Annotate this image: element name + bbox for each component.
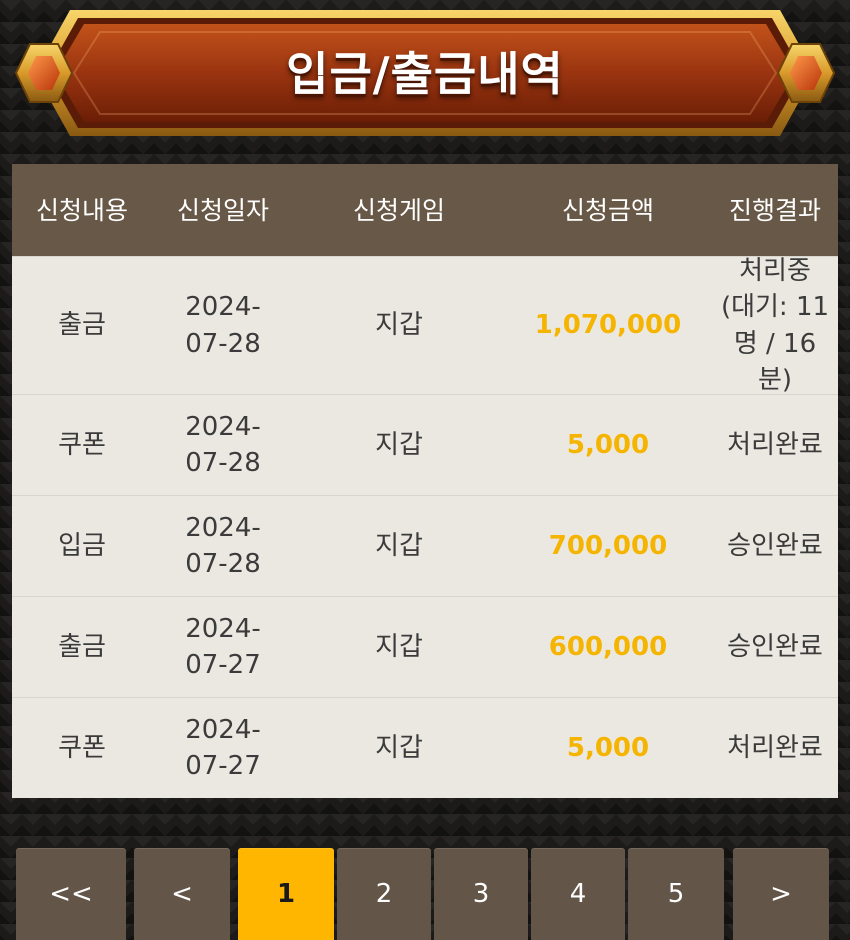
- page-button-4[interactable]: 4: [531, 848, 625, 940]
- cell-amount: 5,000: [566, 429, 650, 460]
- title-banner: 입금/출금내역: [0, 0, 850, 150]
- pagination: << < 1 2 3 4 5 >: [0, 848, 850, 940]
- cell-amount: 700,000: [548, 530, 668, 561]
- page-title: 입금/출금내역: [286, 47, 564, 101]
- table-header: 신청내용 신청일자 신청게임 신청금액 진행결과: [12, 164, 838, 256]
- column-header-status: 진행결과: [728, 195, 821, 225]
- cell-type: 쿠폰: [58, 732, 106, 763]
- cell-date: 2024-07-27: [185, 714, 261, 781]
- cell-date: 2024-07-28: [185, 292, 261, 359]
- cell-game: 지갑: [375, 429, 423, 460]
- page-button-1[interactable]: 1: [238, 848, 334, 940]
- column-header-game: 신청게임: [352, 195, 445, 225]
- column-header-date: 신청일자: [176, 195, 269, 225]
- first-page-button[interactable]: <<: [16, 848, 126, 940]
- cell-game: 지갑: [375, 530, 423, 561]
- cell-status: 처리중 (대기: 11명 / 16분): [720, 255, 830, 395]
- next-page-button[interactable]: >: [733, 848, 829, 940]
- cell-type: 쿠폰: [58, 429, 106, 460]
- cell-date: 2024-07-28: [185, 411, 261, 478]
- cell-type: 출금: [58, 310, 106, 341]
- table-row: 출금 2024-07-27 지갑 600,000 승인완료: [12, 596, 838, 697]
- table-row: 쿠폰 2024-07-27 지갑 5,000 처리완료: [12, 697, 838, 798]
- cell-amount: 5,000: [566, 732, 650, 763]
- page-button-5[interactable]: 5: [628, 848, 724, 940]
- cell-type: 입금: [58, 530, 106, 561]
- table-row: 쿠폰 2024-07-28 지갑 5,000 처리완료: [12, 394, 838, 495]
- cell-game: 지갑: [375, 631, 423, 662]
- cell-date: 2024-07-28: [185, 512, 261, 579]
- prev-page-button[interactable]: <: [134, 848, 230, 940]
- cell-status: 처리완료: [727, 732, 823, 763]
- cell-game: 지갑: [375, 732, 423, 763]
- cell-date: 2024-07-27: [185, 613, 261, 680]
- page-button-2[interactable]: 2: [337, 848, 431, 940]
- table-row: 출금 2024-07-28 지갑 1,070,000 처리중 (대기: 11명 …: [12, 256, 838, 395]
- column-header-type: 신청내용: [35, 195, 128, 225]
- cell-game: 지갑: [375, 310, 423, 341]
- cell-amount: 1,070,000: [534, 310, 682, 341]
- cell-amount: 600,000: [548, 631, 668, 662]
- cell-type: 출금: [58, 631, 106, 662]
- column-header-amount: 신청금액: [561, 195, 654, 225]
- cell-status: 처리완료: [727, 429, 823, 460]
- table-row: 입금 2024-07-28 지갑 700,000 승인완료: [12, 495, 838, 596]
- cell-status: 승인완료: [727, 631, 823, 662]
- page-button-3[interactable]: 3: [434, 848, 528, 940]
- cell-status: 승인완료: [727, 530, 823, 561]
- history-table: 신청내용 신청일자 신청게임 신청금액 진행결과 출금 2024-07-28 지…: [12, 164, 838, 798]
